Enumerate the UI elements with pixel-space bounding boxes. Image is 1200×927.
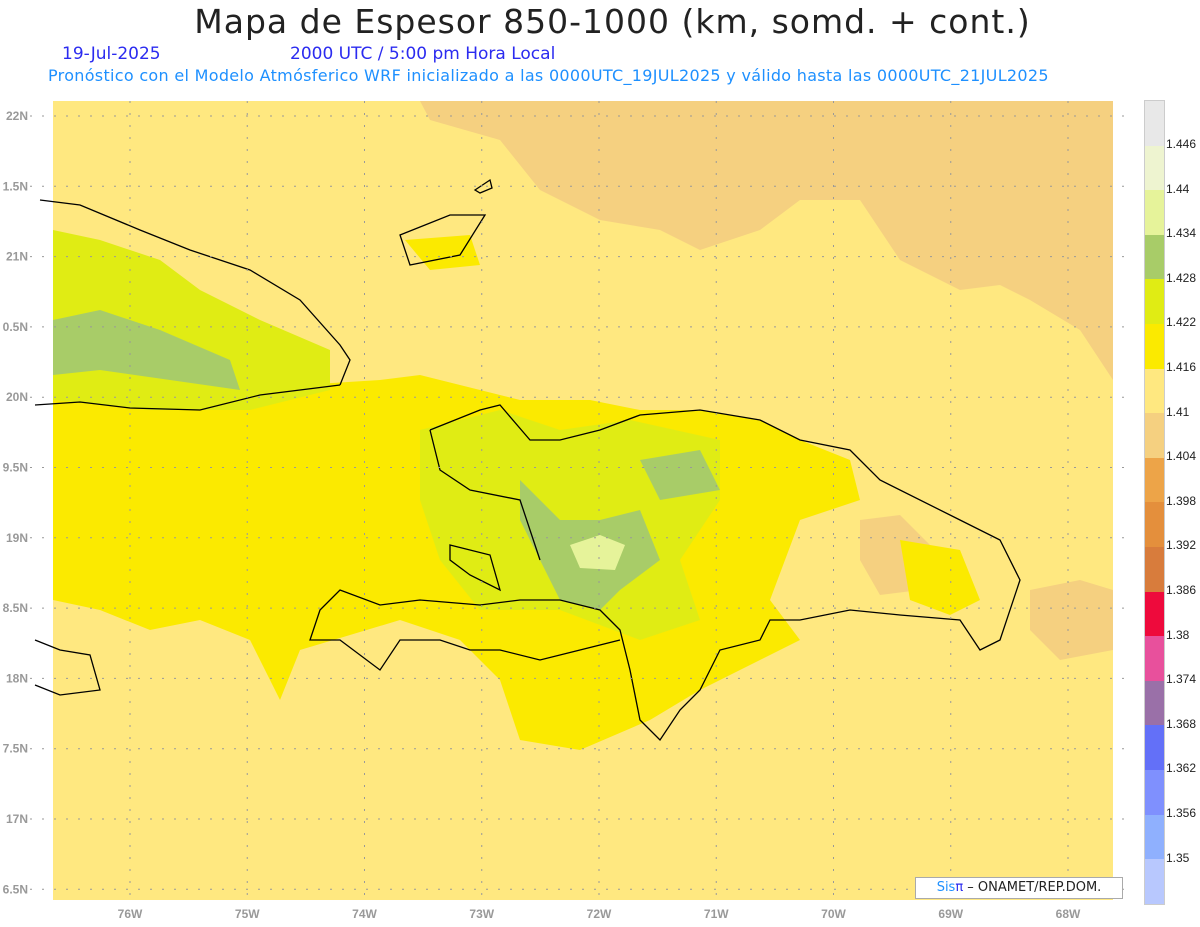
lon-label: 69W <box>938 907 963 921</box>
lon-label: 70W <box>821 907 846 921</box>
colorbar-label: 1.41 <box>1166 404 1190 419</box>
colorbar-swatch <box>1145 145 1164 191</box>
colorbar-swatch <box>1145 769 1164 815</box>
colorbar-label: 1.428 <box>1166 270 1197 285</box>
colorbar-swatch <box>1145 279 1164 324</box>
colorbar-label: 1.404 <box>1166 449 1197 464</box>
colorbar-swatch <box>1145 101 1164 146</box>
colorbar-swatch <box>1145 546 1164 592</box>
lat-label: 1.5N <box>3 179 28 193</box>
colorbar-swatch <box>1145 725 1164 770</box>
colorbar-label: 1.434 <box>1166 226 1197 241</box>
lat-label: 6.5N <box>3 882 28 896</box>
credit-pi: π <box>955 880 964 895</box>
colorbar <box>1144 100 1165 905</box>
lat-label: 17N <box>6 812 28 826</box>
credit-text: – ONAMET/REP.DOM. <box>963 880 1102 895</box>
lat-label: 19N <box>6 531 28 545</box>
credit-box: Sisπ – ONAMET/REP.DOM. <box>915 877 1123 899</box>
colorbar-swatch <box>1145 234 1164 280</box>
colorbar-label: 1.386 <box>1166 583 1197 597</box>
colorbar-label: 1.356 <box>1166 806 1197 820</box>
lat-label: 7.5N <box>3 742 28 756</box>
lon-label: 74W <box>352 907 377 921</box>
colorbar-swatch <box>1145 323 1164 369</box>
colorbar-swatch <box>1145 190 1164 235</box>
lat-label: 8.5N <box>3 601 28 615</box>
lat-label: 0.5N <box>3 320 28 334</box>
colorbar-swatch <box>1145 502 1164 547</box>
colorbar-swatch <box>1145 636 1164 681</box>
lon-label: 75W <box>235 907 260 921</box>
lat-label: 21N <box>6 250 28 264</box>
lat-label: 18N <box>6 671 28 685</box>
colorbar-label: 1.44 <box>1166 181 1190 196</box>
colorbar-swatch <box>1145 591 1164 637</box>
lat-label: 20N <box>6 390 28 404</box>
lon-label: 76W <box>118 907 143 921</box>
colorbar-label: 1.362 <box>1166 761 1197 776</box>
lat-label: 9.5N <box>3 461 28 475</box>
lat-label: 22N <box>6 109 28 123</box>
lon-label: 71W <box>704 907 729 921</box>
lon-label: 68W <box>1056 907 1081 921</box>
thickness-map: 22N 1.5N 21N 0.5N 20N 9.5N 19N 8.5N 18N 7.5N 17N 6.… <box>3 101 1130 921</box>
lon-label: 72W <box>587 907 612 921</box>
colorbar-label: 1.392 <box>1166 538 1197 553</box>
colorbar-label: 1.416 <box>1166 360 1197 374</box>
colorbar-label: 1.398 <box>1166 493 1197 508</box>
colorbar-swatch <box>1145 814 1164 860</box>
colorbar-swatch <box>1145 413 1164 458</box>
credit-sis: Sis <box>936 880 956 895</box>
colorbar-swatch <box>1145 457 1164 503</box>
colorbar-label: 1.446 <box>1166 137 1197 151</box>
colorbar-label: 1.38 <box>1166 627 1190 642</box>
colorbar-label: 1.35 <box>1166 850 1190 865</box>
colorbar-label: 1.422 <box>1166 315 1197 330</box>
colorbar-label: 1.368 <box>1166 716 1197 731</box>
colorbar-swatch <box>1145 859 1164 904</box>
colorbar-swatch <box>1145 680 1164 726</box>
colorbar-label: 1.374 <box>1166 672 1197 687</box>
colorbar-swatch <box>1145 368 1164 414</box>
lon-label: 73W <box>469 907 494 921</box>
